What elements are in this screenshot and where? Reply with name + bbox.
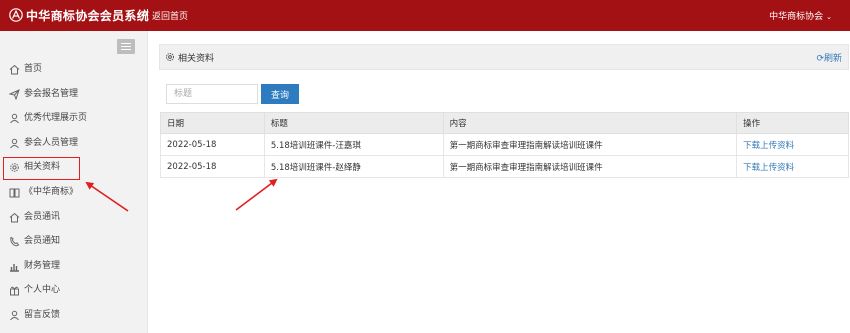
paper-plane-icon [9, 88, 20, 100]
materials-table: 日期 标题 内容 操作 2022-05-18 5.18培训班课件-汪嘉琪 第一期… [160, 112, 849, 178]
sidebar-item-member-notice[interactable]: 会员通知 [0, 229, 148, 254]
sidebar-item-label: 优秀代理展示页 [24, 113, 88, 124]
cell-content: 第一期商标审查审理指南解读培训班课件 [442, 155, 738, 178]
sidebar-toggle-button[interactable] [117, 39, 135, 54]
cell-content: 第一期商标审查审理指南解读培训班课件 [442, 133, 738, 156]
bar-chart-icon [9, 261, 20, 272]
cell-date: 2022-05-18 [160, 155, 265, 178]
sidebar-item-agent-showcase[interactable]: 优秀代理展示页 [0, 106, 148, 131]
cell-date: 2022-05-18 [160, 133, 265, 156]
column-header-title: 标题 [263, 112, 444, 134]
sidebar: 首页 参会报名管理 优秀代理展示页 参会人员管理 相关资料 《中华商标》 会员通… [0, 31, 148, 333]
main-content: 相关资料 ⟳刷新 查询 日期 标题 内容 操作 2022-05-18 5.18培… [148, 31, 850, 333]
sidebar-item-related-materials[interactable]: 相关资料 [0, 155, 148, 180]
sidebar-menu: 首页 参会报名管理 优秀代理展示页 参会人员管理 相关资料 《中华商标》 会员通… [0, 57, 148, 328]
refresh-icon: ⟳ [816, 54, 824, 64]
panel-header: 相关资料 ⟳刷新 [159, 44, 849, 70]
sidebar-item-label: 首页 [24, 64, 43, 74]
book-icon [9, 187, 20, 198]
sidebar-item-label: 《中华商标》 [24, 186, 79, 197]
sidebar-item-label: 个人中心 [24, 285, 61, 296]
home-icon [9, 64, 20, 75]
cell-title: 5.18培训班课件-赵绎静 [263, 155, 444, 178]
cell-title: 5.18培训班课件-汪嘉琪 [263, 133, 444, 156]
back-home-link[interactable]: 返回首页 [152, 9, 188, 22]
sidebar-item-finance[interactable]: 财务管理 [0, 254, 148, 279]
org-menu[interactable]: 中华商标协会 ⌄ [769, 9, 832, 22]
gear-icon [166, 53, 174, 61]
title-search-input[interactable] [166, 84, 258, 104]
table-row: 2022-05-18 5.18培训班课件-汪嘉琪 第一期商标审查审理指南解读培训… [160, 133, 849, 156]
sidebar-item-personal-center[interactable]: 个人中心 [0, 278, 148, 303]
phone-icon [9, 236, 20, 247]
sidebar-item-trademark-journal[interactable]: 《中华商标》 [0, 180, 148, 205]
sidebar-item-label: 参会人员管理 [24, 137, 79, 148]
download-upload-link[interactable]: 下载上传资料 [743, 141, 794, 151]
sidebar-item-label: 相关资料 [24, 162, 61, 173]
gear-icon [9, 162, 20, 173]
top-bar: 中华商标协会会员系统 返回首页 中华商标协会 ⌄ [0, 0, 850, 31]
chevron-down-icon: ⌄ [826, 13, 832, 21]
sidebar-item-feedback[interactable]: 留言反馈 [0, 303, 148, 328]
user-icon [9, 113, 20, 124]
table-header-row: 日期 标题 内容 操作 [160, 112, 849, 134]
column-header-content: 内容 [442, 112, 738, 134]
sidebar-item-home[interactable]: 首页 [0, 57, 148, 82]
panel-title: 相关资料 [178, 54, 215, 64]
logo-icon [9, 8, 23, 22]
query-button[interactable]: 查询 [261, 84, 299, 104]
sidebar-item-label: 参会报名管理 [24, 88, 79, 99]
user-icon [9, 310, 20, 321]
column-header-date: 日期 [160, 112, 265, 134]
sidebar-item-label: 留言反馈 [24, 309, 61, 320]
sidebar-item-label: 会员通讯 [24, 211, 61, 222]
refresh-button[interactable]: ⟳刷新 [816, 51, 842, 64]
refresh-label: 刷新 [823, 54, 842, 64]
column-header-action: 操作 [736, 112, 849, 134]
sidebar-item-registration[interactable]: 参会报名管理 [0, 82, 148, 107]
sidebar-item-label: 财务管理 [24, 260, 61, 271]
sidebar-item-attendee-management[interactable]: 参会人员管理 [0, 131, 148, 156]
org-name: 中华商标协会 [769, 12, 824, 22]
cell-action: 下载上传资料 [736, 155, 849, 178]
download-upload-link[interactable]: 下载上传资料 [743, 163, 794, 173]
sidebar-item-label: 会员通知 [24, 236, 61, 247]
cell-action: 下载上传资料 [736, 133, 849, 156]
header-separator [147, 9, 148, 21]
gift-icon [9, 285, 20, 296]
system-title: 中华商标协会会员系统 [26, 9, 150, 23]
table-row: 2022-05-18 5.18培训班课件-赵绎静 第一期商标审查审理指南解读培训… [160, 155, 849, 178]
sidebar-item-member-newsletter[interactable]: 会员通讯 [0, 205, 148, 230]
user-icon [9, 138, 20, 149]
home-icon [9, 212, 20, 223]
